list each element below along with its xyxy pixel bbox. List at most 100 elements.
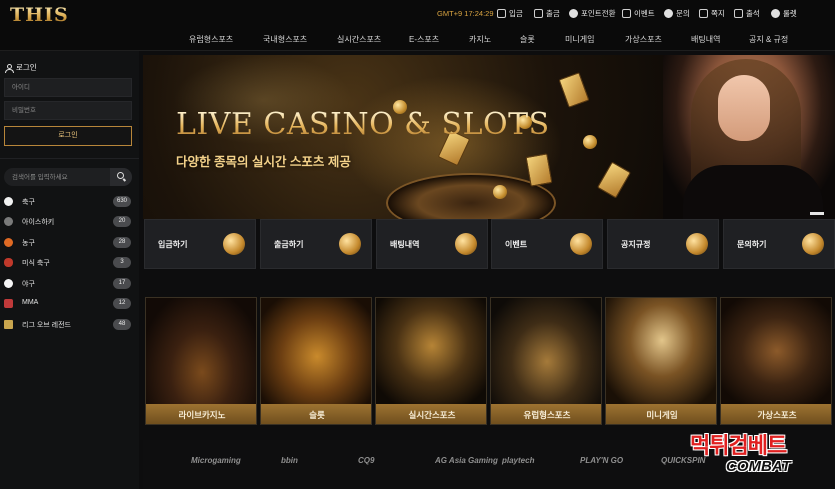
message-link[interactable]: 쪽지: [699, 8, 725, 19]
provider-logo-bbin: bbin: [281, 456, 298, 465]
nav-notice-rules[interactable]: 공지 & 규정: [749, 34, 788, 45]
inquiry-link[interactable]: 문의: [664, 8, 690, 19]
nav-casino[interactable]: 카지노: [469, 34, 491, 45]
watermark-combat: COMBAT: [726, 458, 791, 475]
password-field[interactable]: [4, 101, 132, 120]
nav-slots[interactable]: 슬롯: [520, 34, 535, 45]
sport-item-ice-hockey[interactable]: 아이스하키 20: [4, 215, 132, 229]
game-tile-label: 미니게임: [606, 404, 716, 424]
roulette-link[interactable]: 룰렛: [771, 8, 797, 19]
username-field[interactable]: [4, 78, 132, 97]
playing-card-illustration: [558, 72, 590, 108]
hero-banner[interactable]: LIVE CASINO & SLOTS 다양한 종목의 실시간 스포츠 제공: [143, 55, 835, 219]
american-football-icon: [4, 258, 13, 267]
attendance-link[interactable]: 출석: [734, 8, 760, 19]
search-button[interactable]: [110, 168, 132, 186]
gift-icon: [622, 9, 631, 18]
nav-live-sports[interactable]: 실시간스포츠: [337, 34, 381, 45]
top-bar: THIS GMT+9 17:24:29 입금 출금 포인트전환 이벤트 문의 쪽…: [0, 0, 835, 28]
banner-model-illustration: [663, 55, 835, 219]
sport-item-basketball[interactable]: 농구 28: [4, 236, 132, 250]
search-input[interactable]: [12, 171, 107, 183]
quick-event-button[interactable]: 이벤트: [491, 219, 603, 269]
trophy-ball-icon: [455, 233, 477, 255]
mail-icon: [699, 9, 708, 18]
gold-trophy-art: [376, 298, 486, 404]
game-tile-live-casino[interactable]: 라이브카지노: [145, 297, 257, 425]
slot-777-art: [261, 298, 371, 404]
game-tile-live-sports[interactable]: 실시간스포츠: [375, 297, 487, 425]
game-tile-label: 가상스포츠: [721, 404, 831, 424]
sport-label: MMA: [22, 299, 39, 306]
quick-label: 공지규정: [621, 240, 651, 249]
event-link[interactable]: 이벤트: [622, 8, 655, 19]
provider-logo-ag: AG Asia Gaming: [435, 456, 498, 465]
coin-icon: [570, 233, 592, 255]
app-root: THIS GMT+9 17:24:29 입금 출금 포인트전환 이벤트 문의 쪽…: [0, 0, 835, 489]
game-tile-minigame[interactable]: 미니게임: [605, 297, 717, 425]
game-tile-slots[interactable]: 슬롯: [260, 297, 372, 425]
sidebar-search: [4, 168, 132, 186]
banner-subtitle: 다양한 종목의 실시간 스포츠 제공: [176, 155, 351, 169]
login-heading: 로그인: [5, 62, 37, 73]
point-icon: [569, 9, 578, 18]
quick-deposit-button[interactable]: 입금하기: [144, 219, 256, 269]
playing-cards-art: [606, 298, 716, 404]
attendance-label: 출석: [746, 9, 760, 18]
roulette-icon: [771, 9, 780, 18]
watermark-korean: 먹튀검베트: [690, 433, 787, 458]
coin-stack-icon: [802, 233, 824, 255]
quick-bet-history-button[interactable]: 배팅내역: [376, 219, 488, 269]
banner-title: LIVE CASINO & SLOTS: [176, 107, 550, 142]
nav-esports[interactable]: E-스포츠: [409, 34, 439, 45]
calendar-check-icon: [734, 9, 743, 18]
login-button[interactable]: 로그인: [4, 126, 132, 146]
inquiry-icon: [664, 9, 673, 18]
quick-withdraw-button[interactable]: 출금하기: [260, 219, 372, 269]
inquiry-label: 문의: [676, 9, 690, 18]
baseball-icon: [4, 279, 13, 288]
point-convert-label: 포인트전환: [581, 9, 616, 18]
game-tile-label: 실시간스포츠: [376, 404, 486, 424]
message-label: 쪽지: [711, 9, 725, 18]
sport-item-american-football[interactable]: 미식 축구 3: [4, 256, 132, 270]
game-tile-label: 라이브카지노: [146, 404, 256, 424]
nav-bet-history[interactable]: 배팅내역: [691, 34, 720, 45]
game-tile-europe-sports[interactable]: 유럽형스포츠: [490, 297, 602, 425]
site-logo[interactable]: THIS: [10, 4, 69, 26]
sport-label: 미식 축구: [22, 260, 50, 267]
point-convert-link[interactable]: 포인트전환: [569, 8, 616, 19]
nav-virtual-sports[interactable]: 가상스포츠: [625, 34, 662, 45]
quick-label: 이벤트: [505, 240, 528, 249]
login-title-label: 로그인: [16, 63, 37, 72]
withdraw-link[interactable]: 출금: [534, 8, 560, 19]
sport-label: 아이스하키: [22, 219, 55, 226]
deposit-label: 입금: [509, 9, 523, 18]
sidebar-divider: [0, 158, 139, 159]
horse-racing-art: [721, 298, 831, 404]
nav-domestic-sports[interactable]: 국내형스포츠: [263, 34, 307, 45]
nav-europe-sports[interactable]: 유럽형스포츠: [189, 34, 233, 45]
gold-card-icon: [223, 233, 245, 255]
quick-notice-button[interactable]: 공지규정: [607, 219, 719, 269]
basketball-icon: [4, 238, 13, 247]
game-tile-virtual-sports[interactable]: 가상스포츠: [720, 297, 832, 425]
server-clock: GMT+9 17:24:29: [437, 9, 494, 18]
user-icon: [5, 63, 14, 73]
deposit-link[interactable]: 입금: [497, 8, 523, 19]
sport-count-badge: 20: [113, 216, 131, 227]
quick-inquiry-button[interactable]: 문의하기: [723, 219, 835, 269]
withdraw-icon: [534, 9, 543, 18]
slot-machine-icon: [339, 233, 361, 255]
sport-count-badge: 3: [113, 257, 131, 268]
main-nav: 유럽형스포츠 국내형스포츠 실시간스포츠 E-스포츠 카지노 슬롯 미니게임 가…: [0, 28, 835, 50]
sport-item-lol[interactable]: 리그 오브 레전드 48: [4, 318, 132, 332]
sport-item-baseball[interactable]: 야구 17: [4, 277, 132, 291]
nav-minigame[interactable]: 미니게임: [565, 34, 594, 45]
sport-item-mma[interactable]: MMA 12: [4, 297, 132, 311]
quick-label: 출금하기: [274, 240, 304, 249]
sport-item-soccer[interactable]: 축구 630: [4, 195, 132, 209]
playing-card-illustration: [596, 161, 632, 199]
sport-count-badge: 630: [113, 196, 131, 207]
banner-pagination[interactable]: [810, 212, 824, 215]
